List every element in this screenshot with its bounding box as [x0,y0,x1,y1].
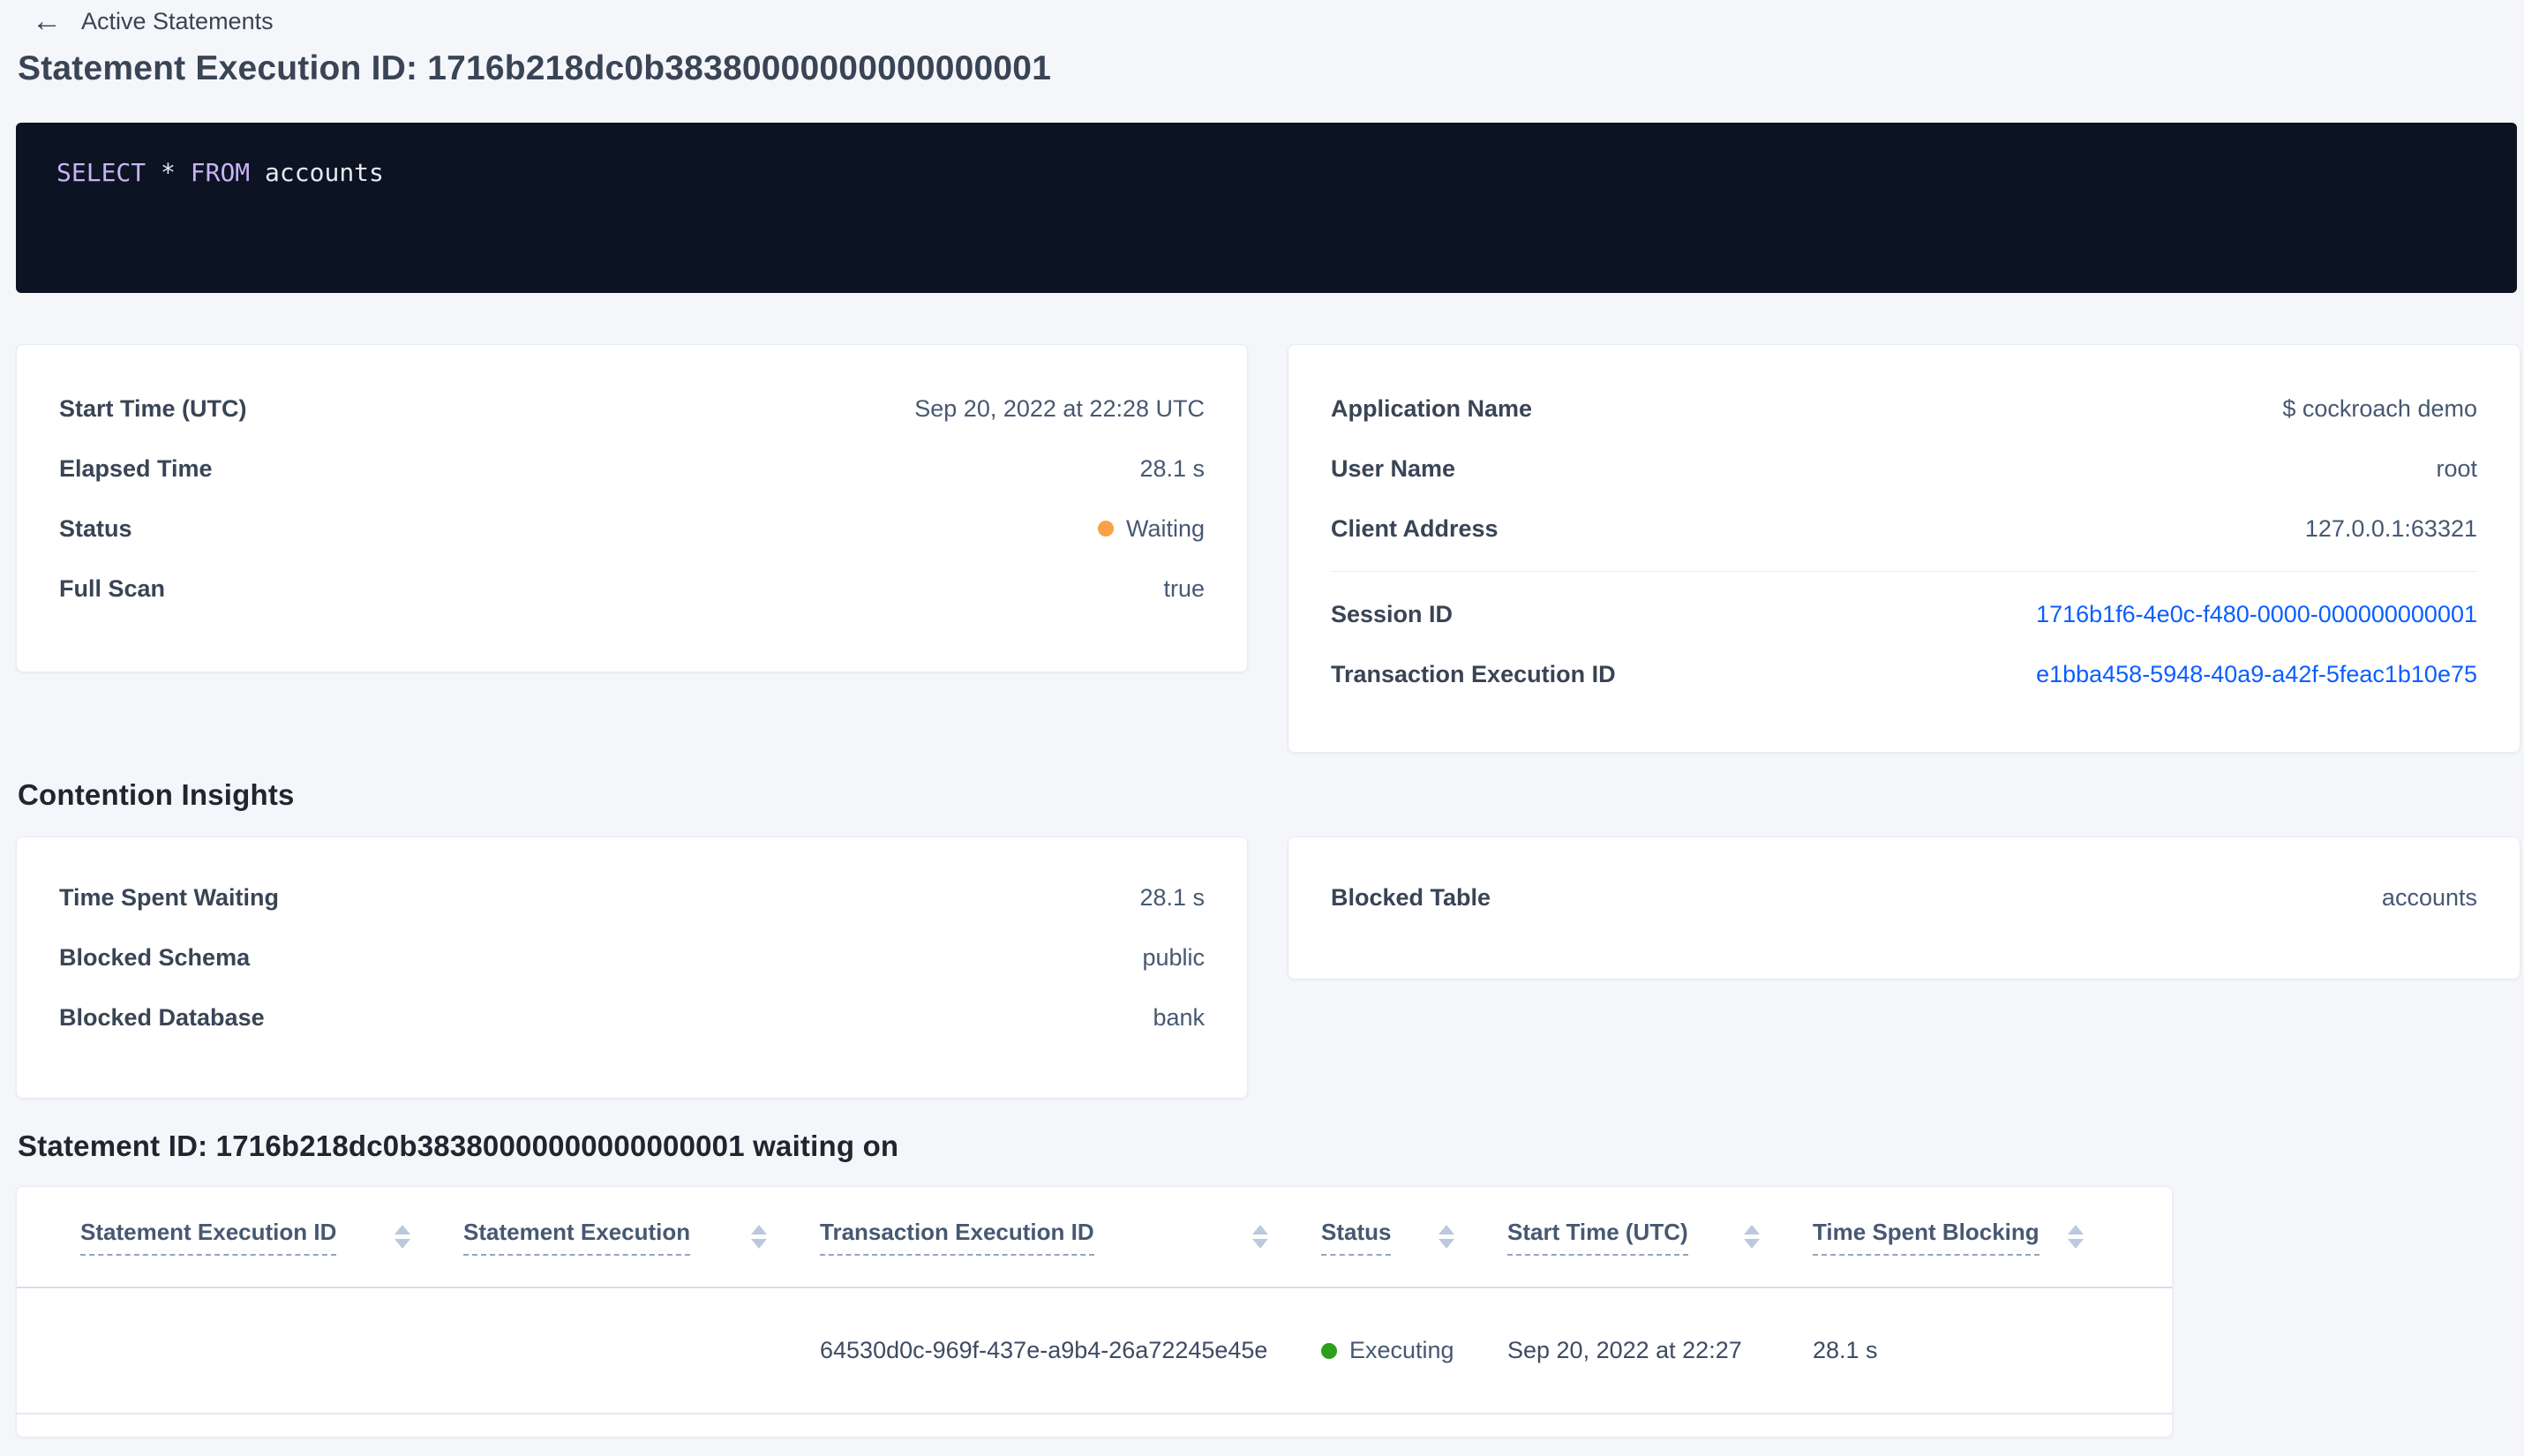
blocked-schema-label: Blocked Schema [59,943,251,971]
back-link-label: Active Statements [81,7,274,34]
statement-execution-details-page: { "colors": { "page_background": "#f4f6f… [0,0,2524,1456]
status-cell-text: Executing [1349,1337,1454,1363]
sort-icon [394,1225,410,1249]
client-address-value: 127.0.0.1:63321 [2304,514,2477,542]
blocked-database-label: Blocked Database [59,1003,265,1031]
start-time-value: Sep 20, 2022 at 22:28 UTC [914,394,1205,422]
transaction-execution-id-link[interactable]: e1bba458-5948-40a9-a42f-5feac1b10e75 [2036,661,2477,688]
sort-icon [1439,1225,1454,1249]
user-name-label: User Name [1331,454,1456,482]
session-id-label: Session ID [1331,600,1454,627]
session-id-row: Session ID 1716b1f6-4e0c-f480-0000-00000… [1288,584,2520,644]
blocked-table-card: Blocked Table accounts [1288,837,2520,979]
blocked-database-value: bank [1153,1003,1205,1031]
start-time-row: Start Time (UTC) Sep 20, 2022 at 22:28 U… [17,379,1247,439]
contention-insights-heading: Contention Insights [18,778,295,811]
client-address-label: Client Address [1331,514,1499,542]
column-header-status[interactable]: Status [1321,1219,1507,1256]
application-name-label: Application Name [1331,394,1533,422]
table-header-row: Statement Execution ID Statement Executi… [17,1187,2172,1288]
time-spent-waiting-label: Time Spent Waiting [59,883,280,911]
waiting-status-dot-icon [1097,521,1114,537]
sql-table-identifier: accounts [265,158,384,187]
cell-transaction-execution-id: 64530d0c-969f-437e-a9b4-26a72245e45e [820,1337,1268,1363]
elapsed-time-value: 28.1 s [1139,454,1205,482]
status-value-text: Waiting [1125,514,1205,542]
user-name-value: root [2436,454,2477,482]
sql-keyword-from: FROM [190,158,251,187]
application-name-value: $ cockroach demo [2282,394,2477,422]
cell-time-spent-blocking: 28.1 s [1813,1337,1878,1363]
full-scan-label: Full Scan [59,574,166,602]
page-title: Statement Execution ID: 1716b218dc0b3838… [18,49,1052,87]
sql-operator-star: * [161,158,176,187]
blocked-schema-value: public [1142,943,1205,971]
transaction-execution-id-label: Transaction Execution ID [1331,660,1616,687]
waiting-on-heading: Statement ID: 1716b218dc0b38380000000000… [18,1130,899,1162]
sql-statement-box: SELECT * FROM accounts [16,123,2517,293]
full-scan-value: true [1163,574,1205,602]
status-value: Waiting [1097,514,1205,543]
transaction-execution-id-row: Transaction Execution ID e1bba458-5948-4… [1288,644,2520,704]
blocked-table-row: Blocked Table accounts [1288,867,2520,927]
column-header-label: Transaction Execution ID [820,1219,1094,1256]
blocked-database-row: Blocked Database bank [17,987,1247,1047]
user-name-row: User Name root [1288,439,2520,499]
time-spent-waiting-row: Time Spent Waiting 28.1 s [17,867,1247,927]
column-header-label: Start Time (UTC) [1507,1219,1688,1256]
session-details-card: Application Name $ cockroach demo User N… [1288,344,2520,753]
cell-start-time: Sep 20, 2022 at 22:27 [1507,1337,1742,1363]
status-row: Status Waiting [17,499,1247,559]
cell-status: Executing [1321,1337,1507,1364]
time-spent-waiting-value: 28.1 s [1139,883,1205,911]
sort-icon [751,1225,767,1249]
blocked-schema-row: Blocked Schema public [17,927,1247,987]
session-id-link[interactable]: 1716b1f6-4e0c-f480-0000-000000000001 [2036,601,2477,628]
elapsed-time-row: Elapsed Time 28.1 s [17,439,1247,499]
waiting-on-table: Statement Execution ID Statement Executi… [16,1186,2173,1437]
sort-icon [2068,1225,2084,1249]
column-header-label: Status [1321,1219,1392,1256]
blocked-table-label: Blocked Table [1331,883,1491,911]
column-header-transaction-execution-id[interactable]: Transaction Execution ID [820,1219,1321,1256]
sql-keyword-select: SELECT [56,158,146,187]
arrow-left-icon: ← [32,4,62,38]
start-time-label: Start Time (UTC) [59,394,247,422]
column-header-statement-execution-id[interactable]: Statement Execution ID [80,1219,463,1256]
application-name-row: Application Name $ cockroach demo [1288,379,2520,439]
blocked-table-value: accounts [2381,883,2477,911]
back-to-active-statements-link[interactable]: ← Active Statements [32,2,274,41]
contention-details-card: Time Spent Waiting 28.1 s Blocked Schema… [16,837,1248,1099]
executing-status-dot-icon [1321,1342,1337,1359]
column-header-label: Time Spent Blocking [1813,1219,2039,1256]
sort-icon [1744,1225,1760,1249]
elapsed-time-label: Elapsed Time [59,454,213,482]
card-divider [1331,571,2477,572]
column-header-label: Statement Execution [463,1219,691,1256]
column-header-start-time[interactable]: Start Time (UTC) [1507,1219,1813,1256]
sort-icon [1252,1225,1268,1249]
full-scan-row: Full Scan true [17,559,1247,619]
column-header-time-spent-blocking[interactable]: Time Spent Blocking [1813,1219,2137,1256]
execution-overview-card: Start Time (UTC) Sep 20, 2022 at 22:28 U… [16,344,1248,672]
status-label: Status [59,514,132,542]
client-address-row: Client Address 127.0.0.1:63321 [1288,499,2520,559]
table-row: 64530d0c-969f-437e-a9b4-26a72245e45e Exe… [17,1288,2172,1415]
column-header-label: Statement Execution ID [80,1219,337,1256]
column-header-statement-execution[interactable]: Statement Execution [463,1219,820,1256]
